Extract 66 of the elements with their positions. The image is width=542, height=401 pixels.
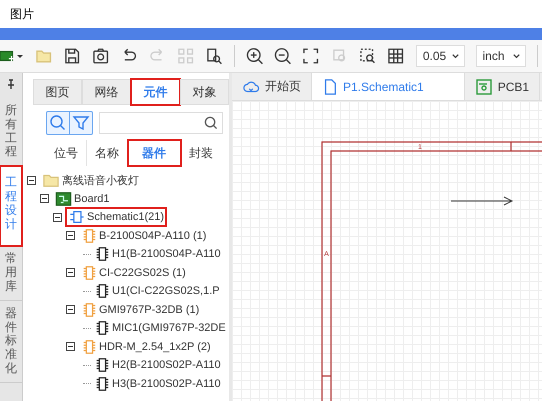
filter-tab[interactable]: 名称 xyxy=(87,140,128,166)
document-tab[interactable]: PCB1 xyxy=(464,73,540,100)
side-tab[interactable]: 常用库 xyxy=(0,246,22,301)
circuit-board-icon xyxy=(55,190,72,207)
tree-item[interactable]: U1(CI-C22GS02S,1.P xyxy=(92,282,222,300)
chip-icon xyxy=(94,246,110,262)
cloud-icon xyxy=(242,78,260,94)
document-tab[interactable]: P1.Schematic1 xyxy=(312,73,465,100)
tree-item[interactable]: GMI9767P-32DB (1) xyxy=(79,300,202,319)
panel-tab[interactable]: 图页 xyxy=(33,79,82,105)
chevron-down-icon xyxy=(450,52,460,60)
unit-select[interactable]: inch xyxy=(476,45,526,67)
collapse-icon[interactable] xyxy=(27,176,36,185)
filter-tab[interactable]: 封装 xyxy=(181,140,221,166)
collapse-icon[interactable] xyxy=(40,194,49,204)
zoom-out-icon[interactable] xyxy=(274,47,292,65)
find-document-icon[interactable] xyxy=(205,47,223,65)
side-tab[interactable]: 器件标准化 xyxy=(0,300,22,383)
image-caption: 图片 xyxy=(10,6,34,22)
tree-item[interactable]: HDR-M_2.54_1x2P (2) xyxy=(79,338,213,356)
chip-icon xyxy=(94,320,110,336)
tree-item[interactable]: MIC1(GMI9767P-32DE xyxy=(92,319,228,338)
tree-item[interactable]: 离线语音小夜灯 xyxy=(40,171,141,190)
schematic-icon xyxy=(68,209,85,226)
snap-select[interactable]: 0.05 xyxy=(416,45,465,67)
collapse-icon[interactable] xyxy=(66,268,75,278)
filter-tab[interactable]: 位号 xyxy=(46,140,87,166)
zoom-in-icon[interactable] xyxy=(246,47,263,65)
search-field[interactable] xyxy=(99,112,223,134)
document-icon xyxy=(322,78,338,96)
filter-icon[interactable] xyxy=(69,112,92,134)
collapse-icon[interactable] xyxy=(66,305,75,314)
tree-item[interactable]: H1(B-2100S04P-A110 xyxy=(92,245,223,264)
pin-icon[interactable] xyxy=(6,79,16,90)
tree-item[interactable]: Schematic1(21) xyxy=(66,208,166,226)
collapse-icon[interactable] xyxy=(66,342,75,352)
save-icon[interactable] xyxy=(63,47,81,65)
search-icon xyxy=(204,116,218,130)
collapse-icon[interactable] xyxy=(66,231,75,240)
chip-icon xyxy=(94,357,110,374)
camera-icon[interactable] xyxy=(92,47,110,65)
fit-screen-icon[interactable] xyxy=(302,47,320,65)
panel-tab[interactable]: 元件 xyxy=(131,79,180,105)
tree-item[interactable]: H2(B-2100S02P-A110 xyxy=(92,356,223,374)
tree-item[interactable]: H3(B-2100S02P-A110 xyxy=(92,374,223,393)
chevron-down-icon xyxy=(512,52,522,60)
chip-icon xyxy=(94,376,110,392)
chip-icon xyxy=(81,302,97,318)
tree-item[interactable]: B-2100S04P-A110 (1) xyxy=(79,226,208,245)
chip-icon xyxy=(94,283,110,300)
filter-tab[interactable]: 器件 xyxy=(128,140,181,166)
chip-icon xyxy=(81,228,97,244)
arrow xyxy=(450,196,514,206)
circuit-board-icon xyxy=(474,78,493,96)
collapse-icon[interactable] xyxy=(53,212,62,222)
folder-icon xyxy=(42,172,60,188)
chip-icon xyxy=(81,338,97,355)
tree-item[interactable]: CI-C22GS02S (1) xyxy=(79,264,188,282)
side-tab[interactable]: 工程设计 xyxy=(0,166,22,246)
panel-tab[interactable]: 网络 xyxy=(82,79,131,105)
caret-icon[interactable] xyxy=(16,52,24,60)
grid-icon[interactable] xyxy=(387,47,405,65)
chip-icon xyxy=(81,264,97,281)
tree-item[interactable]: Board1 xyxy=(53,190,112,208)
zoom-selection-icon[interactable] xyxy=(359,47,376,65)
panel-tab[interactable]: 对象 xyxy=(180,79,229,105)
